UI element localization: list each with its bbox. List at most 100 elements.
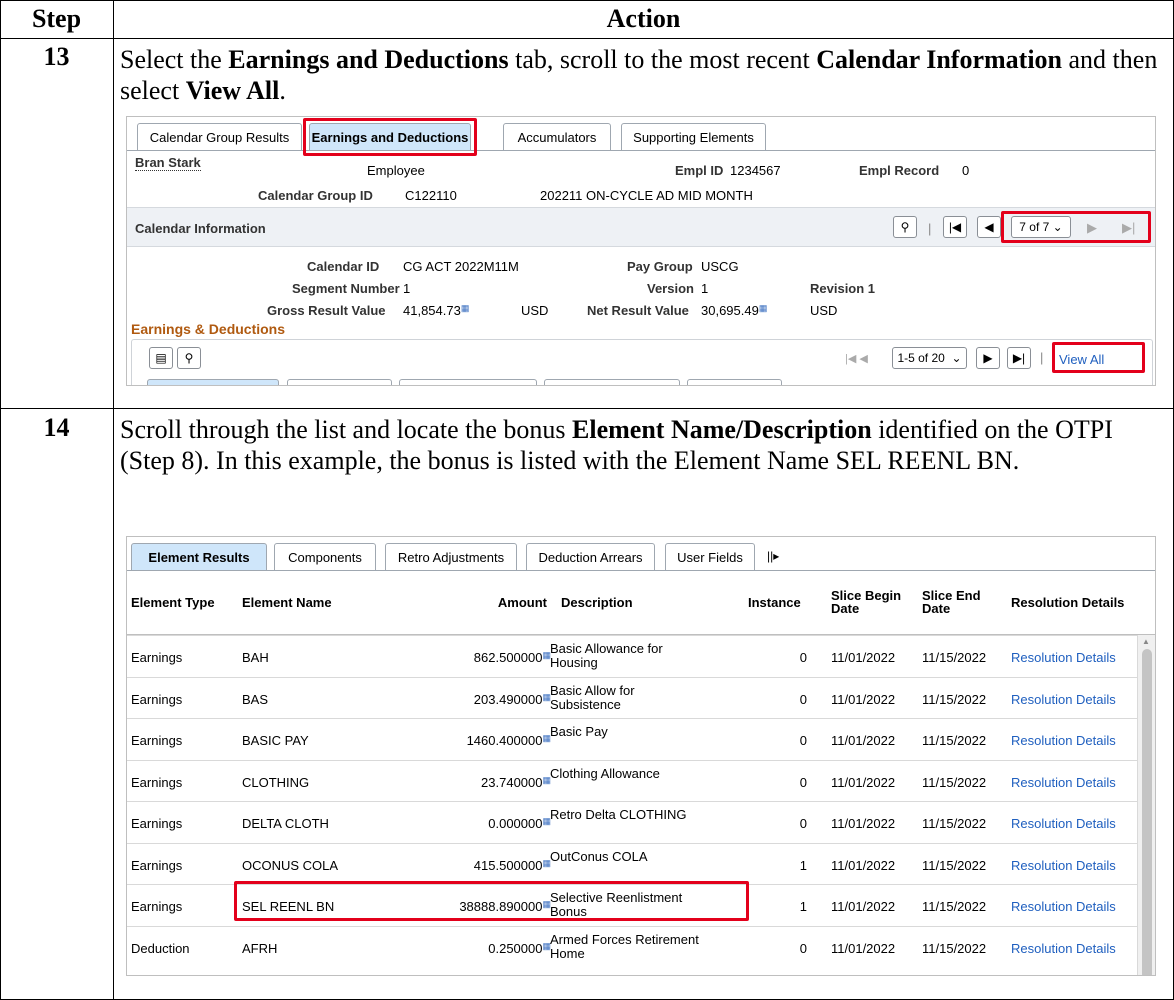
- tab-retro-adjustments[interactable]: Retro Adjustments: [385, 543, 517, 571]
- description-cell: Retro Delta CLOTHING: [550, 807, 687, 822]
- rows-pager-select[interactable]: 1-5 of 20 ⌄: [892, 347, 967, 369]
- amount-cell: 415.500000▦: [473, 857, 551, 873]
- highlight-tab: [303, 118, 477, 156]
- slice-begin-cell: 11/01/2022: [831, 899, 896, 914]
- table-row: Earnings BAS 203.490000▦ Basic Allow for Su…: [127, 676, 1137, 718]
- resolution-details-link[interactable]: Resolution Details: [1011, 941, 1116, 956]
- tab-user-fields[interactable]: User Fields: [665, 543, 755, 571]
- instance-cell: 0: [799, 774, 807, 790]
- version-label: Version: [647, 281, 694, 296]
- slice-end-cell: 11/15/2022: [922, 774, 987, 790]
- tab-supporting-elements[interactable]: Supporting Elements: [621, 123, 766, 151]
- version-value: 1: [701, 281, 709, 296]
- tab-deduction-arrears[interactable]: Deduction Arrears: [526, 543, 655, 571]
- amount-cell: 23.740000▦: [481, 774, 551, 790]
- slice-begin-cell: 11/01/2022: [831, 774, 896, 790]
- revision-label: Revision 1: [810, 281, 876, 296]
- col-description[interactable]: Description: [561, 571, 741, 633]
- instance-cell: 0: [799, 733, 807, 748]
- tab-element-results[interactable]: Element Results: [131, 543, 267, 571]
- pay-group-value: USCG: [701, 259, 739, 274]
- col-slice-end-date[interactable]: Slice End Date: [922, 571, 982, 633]
- resolution-details-link[interactable]: Resolution Details: [1011, 733, 1116, 748]
- element-name-cell: DELTA CLOTH: [242, 816, 329, 831]
- gross-result-value: 41,854.73▦: [403, 303, 470, 318]
- instance-cell: 0: [799, 650, 807, 665]
- detail-icon[interactable]: ▦: [759, 303, 768, 313]
- step-13-instruction: Select the Earnings and Deductions tab, …: [120, 45, 1158, 105]
- empl-record-label: Empl Record: [859, 163, 940, 178]
- element-type-cell: Earnings: [131, 733, 183, 748]
- prev-page-icon[interactable]: ◀: [977, 216, 1001, 238]
- element-type-cell: Earnings: [131, 774, 183, 790]
- element-name-cell: AFRH: [242, 940, 278, 956]
- subtab-strip: [147, 379, 279, 385]
- first-row-icon[interactable]: |◀ ◀: [845, 352, 868, 365]
- slice-begin-cell: 11/01/2022: [831, 940, 896, 956]
- col-element-name[interactable]: Element Name: [242, 571, 392, 633]
- next-row-icon[interactable]: ▶: [976, 347, 1000, 369]
- pay-group-label: Pay Group: [627, 259, 693, 274]
- slice-end-cell: 11/15/2022: [922, 650, 987, 665]
- col-instance[interactable]: Instance: [748, 571, 828, 633]
- element-type-cell: Earnings: [131, 816, 183, 831]
- element-name-cell: BAH: [242, 650, 269, 665]
- col-amount[interactable]: Amount: [427, 571, 547, 633]
- description-cell: Basic Allowance for Housing: [550, 641, 663, 670]
- calendar-id-value: CG ACT 2022M11M: [403, 259, 519, 274]
- highlight-sel-reenl-bn: [234, 881, 749, 921]
- col-element-type[interactable]: Element Type: [131, 571, 231, 633]
- description-cell: Basic Pay: [550, 724, 608, 739]
- step-14-instruction: Scroll through the list and locate the b…: [120, 415, 1113, 475]
- instance-cell: 1: [799, 899, 807, 914]
- calendar-results-screenshot: Calendar Group Results Earnings and Dedu…: [126, 116, 1156, 386]
- calendar-group-id-label: Calendar Group ID: [258, 188, 373, 203]
- header-step: Step: [31, 4, 82, 33]
- tab-components[interactable]: Components: [274, 543, 376, 571]
- col-slice-begin-date[interactable]: Slice Begin Date: [831, 571, 907, 633]
- more-tabs-icon[interactable]: ||▸: [767, 549, 779, 563]
- resolution-details-link[interactable]: Resolution Details: [1011, 775, 1116, 790]
- resolution-details-link[interactable]: Resolution Details: [1011, 692, 1116, 707]
- slice-begin-cell: 11/01/2022: [831, 691, 896, 707]
- amount-cell: 1460.400000▦: [466, 733, 551, 748]
- instance-cell: 0: [799, 691, 807, 707]
- table-row: Earnings BASIC PAY 1460.400000▦ Basic Pay 0 1…: [127, 718, 1137, 759]
- element-results-screenshot: Element Results Components Retro Adjustm…: [126, 536, 1156, 976]
- slice-begin-cell: 11/01/2022: [831, 650, 896, 665]
- search-icon[interactable]: ⚲: [893, 216, 917, 238]
- resolution-details-link[interactable]: Resolution Details: [1011, 899, 1116, 914]
- calendar-group-description: 202211 ON-CYCLE AD MID MONTH: [540, 188, 753, 203]
- description-cell: Armed Forces Retirement Home: [550, 931, 699, 961]
- col-resolution-details[interactable]: Resolution Details: [1011, 571, 1141, 633]
- tab-calendar-group-results[interactable]: Calendar Group Results: [137, 123, 302, 151]
- table-row: Earnings DELTA CLOTH 0.000000▦ Retro Delta …: [127, 801, 1137, 842]
- net-result-value: 30,695.49▦: [701, 303, 768, 318]
- element-type-cell: Earnings: [131, 650, 183, 665]
- slice-begin-cell: 11/01/2022: [831, 733, 896, 748]
- net-result-label: Net Result Value: [587, 303, 689, 318]
- element-name-cell: BAS: [242, 691, 269, 707]
- personalize-grid-icon[interactable]: ▤: [149, 347, 173, 369]
- description-cell: Basic Allow for Subsistence: [550, 682, 635, 712]
- slice-end-cell: 11/15/2022: [922, 691, 987, 707]
- detail-icon[interactable]: ▦: [461, 303, 470, 313]
- earnings-deductions-title: Earnings & Deductions: [131, 321, 286, 337]
- resolution-details-link[interactable]: Resolution Details: [1011, 816, 1116, 831]
- scrollbar-thumb[interactable]: [1142, 649, 1152, 975]
- calendar-id-label: Calendar ID: [307, 259, 380, 274]
- amount-cell: 0.000000▦: [488, 816, 551, 831]
- vertical-scrollbar[interactable]: ▲: [1137, 635, 1155, 975]
- resolution-details-link[interactable]: Resolution Details: [1011, 650, 1116, 665]
- last-row-icon[interactable]: ▶|: [1007, 347, 1031, 369]
- resolution-details-link[interactable]: Resolution Details: [1011, 858, 1116, 873]
- highlight-view-all: [1052, 342, 1145, 373]
- slice-begin-cell: 11/01/2022: [831, 857, 896, 873]
- search-icon[interactable]: ⚲: [177, 347, 201, 369]
- segment-number-value: 1: [403, 281, 411, 296]
- empl-id-value: 1234567: [730, 163, 781, 178]
- first-page-icon[interactable]: |◀: [943, 216, 967, 238]
- highlight-pager: [1001, 211, 1151, 243]
- element-type-cell: Earnings: [131, 899, 183, 914]
- tab-accumulators[interactable]: Accumulators: [503, 123, 611, 151]
